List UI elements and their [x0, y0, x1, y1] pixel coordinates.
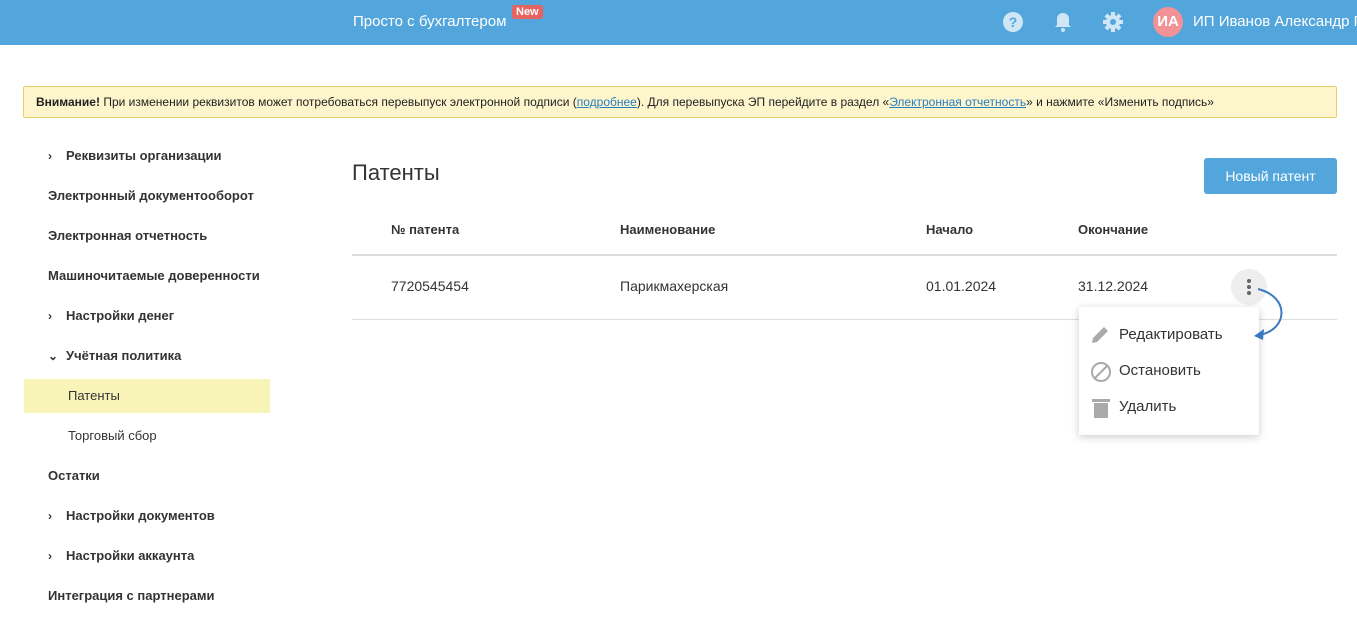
sidebar-item-label: Настройки денег: [66, 308, 175, 323]
svg-text:?: ?: [1009, 14, 1018, 30]
pencil-icon: [1092, 327, 1108, 343]
menu-item-stop[interactable]: Остановить: [1079, 353, 1259, 389]
page-title: Патенты: [352, 160, 440, 185]
menu-item-delete[interactable]: Удалить: [1079, 389, 1259, 425]
banner-text: » и нажмите «Изменить подпись»: [1026, 95, 1214, 109]
menu-item-label: Остановить: [1119, 362, 1201, 379]
sidebar-item-label: Остатки: [48, 468, 100, 483]
banner-text: При изменении реквизитов может потребова…: [99, 95, 577, 109]
menu-item-label: Редактировать: [1119, 326, 1223, 343]
sidebar-item-partners[interactable]: Интеграция с партнерами: [24, 576, 270, 616]
banner-bold: Внимание!: [36, 95, 100, 109]
sidebar-item-label: Реквизиты организации: [66, 148, 222, 163]
bell-icon[interactable]: [1052, 11, 1074, 33]
row-actions-menu: Редактировать Остановить Удалить: [1079, 307, 1259, 435]
brand-name[interactable]: Просто с бухгалтером: [353, 13, 506, 30]
menu-item-edit[interactable]: Редактировать: [1079, 317, 1259, 353]
sidebar-item-label: Электронный документооборот: [48, 188, 254, 203]
sidebar-item-label: Торговый сбор: [68, 428, 157, 443]
e-reporting-link[interactable]: Электронная отчетность: [889, 95, 1026, 109]
top-header: Просто с бухгалтером New ? ИА ИП Иванов …: [0, 0, 1357, 45]
sidebar-item-account-settings[interactable]: › Настройки аккаунта: [24, 536, 270, 576]
sidebar-item-patents[interactable]: Патенты: [24, 379, 270, 413]
details-link[interactable]: подробнее: [577, 95, 637, 109]
column-header-number[interactable]: № патента: [391, 222, 459, 237]
chevron-right-icon: ›: [48, 549, 52, 563]
sidebar-item-label: Интеграция с партнерами: [48, 588, 215, 603]
column-header-start[interactable]: Начало: [926, 222, 973, 237]
sidebar-item-label: Настройки аккаунта: [66, 548, 195, 563]
column-header-name[interactable]: Наименование: [620, 222, 715, 237]
help-icon[interactable]: ?: [1002, 11, 1024, 33]
stop-icon: [1091, 362, 1111, 382]
chevron-right-icon: ›: [48, 309, 52, 323]
trash-icon: [1092, 399, 1110, 418]
sidebar-item-label: Электронная отчетность: [48, 228, 208, 243]
sidebar-item-label: Настройки документов: [66, 508, 215, 523]
avatar[interactable]: ИА: [1153, 7, 1183, 37]
patent-end: 31.12.2024: [1078, 278, 1149, 294]
gear-icon[interactable]: [1102, 11, 1124, 33]
divider: [352, 254, 1337, 256]
sidebar-item-accounting-policy[interactable]: ⌄ Учётная политика: [24, 336, 270, 376]
sidebar-item-document-settings[interactable]: › Настройки документов: [24, 496, 270, 536]
patent-number: 7720545454: [391, 278, 469, 294]
sidebar-item-money-settings[interactable]: › Настройки денег: [24, 296, 270, 336]
sidebar-item-edo[interactable]: Электронный документооборот: [24, 176, 270, 216]
new-badge: New: [512, 5, 543, 19]
sidebar-item-label: Учётная политика: [66, 348, 182, 363]
new-patent-button[interactable]: Новый патент: [1204, 158, 1337, 194]
sidebar-item-e-reporting[interactable]: Электронная отчетность: [24, 216, 270, 256]
sidebar: › Реквизиты организации Электронный докум…: [24, 136, 270, 616]
chevron-down-icon: ⌄: [48, 349, 59, 363]
sidebar-item-trade-fee[interactable]: Торговый сбор: [24, 416, 270, 456]
patent-start: 01.01.2024: [926, 278, 997, 294]
warning-banner: Внимание! При изменении реквизитов может…: [23, 86, 1337, 118]
patent-name: Парикмахерская: [620, 278, 729, 294]
sidebar-item-poa[interactable]: Машиночитаемые доверенности: [24, 256, 270, 296]
sidebar-item-label: Патенты: [68, 388, 120, 403]
sidebar-item-balances[interactable]: Остатки: [24, 456, 270, 496]
chevron-right-icon: ›: [48, 149, 52, 163]
sidebar-item-requisites[interactable]: › Реквизиты организации: [24, 136, 270, 176]
user-name[interactable]: ИП Иванов Александр Г: [1193, 13, 1357, 30]
banner-text: ). Для перевыпуска ЭП перейдите в раздел…: [636, 95, 890, 109]
annotation-arrow-icon: [1254, 288, 1283, 340]
menu-item-label: Удалить: [1119, 398, 1177, 415]
column-header-end[interactable]: Окончание: [1078, 222, 1148, 237]
sidebar-item-label: Машиночитаемые доверенности: [48, 268, 260, 283]
chevron-right-icon: ›: [48, 509, 52, 523]
